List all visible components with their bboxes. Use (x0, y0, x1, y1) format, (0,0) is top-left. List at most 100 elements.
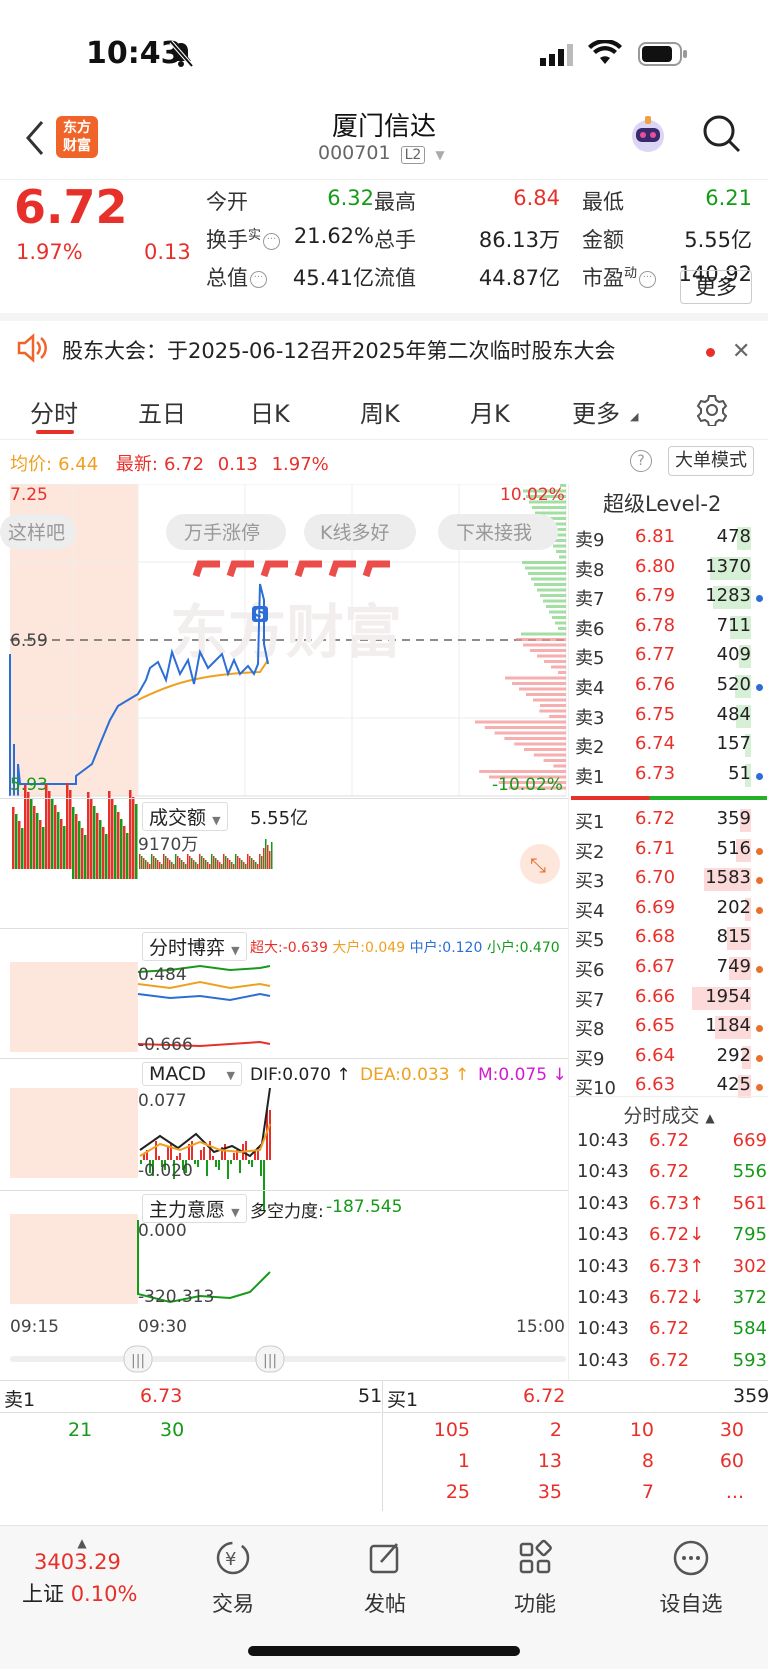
more-button[interactable]: 更多 (680, 270, 752, 304)
settings-gear-icon[interactable] (696, 394, 728, 430)
tab-monthly-k[interactable]: 月K (470, 394, 510, 429)
book-row[interactable]: 卖9 6.81 478 (575, 524, 765, 553)
game-top-value: 0.484 (138, 965, 187, 985)
level2-panel: 超级Level-2 卖9 6.81 478 卖8 6.80 1370 卖7 6.79 1283 卖… (568, 484, 768, 1380)
book-row[interactable]: 卖5 6.77 409 (575, 642, 765, 671)
stock-code-row[interactable]: 000701 L2 ▼ (318, 142, 445, 164)
book-label: 卖4 (575, 678, 605, 699)
book-row[interactable]: 卖3 6.75 484 (575, 702, 765, 731)
macd-bar (194, 1160, 196, 1164)
svg-text:¥: ¥ (225, 1549, 236, 1570)
volume-bar (243, 862, 245, 869)
help-icon[interactable]: ? (630, 450, 652, 472)
dropdown-icon: ▼ (435, 148, 445, 162)
book-row[interactable]: 买2 6.71 516 (575, 836, 765, 865)
depth-bar (553, 764, 566, 768)
tab-daily-k[interactable]: 日K (250, 394, 290, 429)
volume-selector[interactable]: 成交额 ▼ (142, 802, 228, 831)
ticks-title: 分时成交 (623, 1105, 700, 1127)
book-label: 买6 (575, 960, 605, 981)
queue-order: 8 (641, 1450, 654, 1472)
close-icon[interactable]: ✕ (732, 339, 750, 364)
book-label: 卖2 (575, 737, 605, 759)
will-selector[interactable]: 主力意愿 ▼ (142, 1194, 247, 1223)
volume-bar (163, 854, 165, 869)
nav-add-watch[interactable]: 设自选 (636, 1538, 746, 1618)
book-row[interactable]: 买1 6.72 359 (575, 806, 765, 835)
tick-price: 6.72 (649, 1161, 690, 1183)
notice-bar[interactable]: 股东大会：于2025-06-12召开2025年第二次临时股东大会 ✕ (0, 313, 768, 379)
volume-bar (233, 864, 235, 869)
avg-value: 6.44 (58, 454, 99, 475)
info-circle-icon[interactable]: ··· (639, 270, 657, 288)
depth-bar (540, 704, 566, 707)
tick-time: 10:43 (577, 1318, 629, 1340)
tab-intraday[interactable]: 分时 (30, 394, 78, 429)
tab-more[interactable]: 更多 (572, 394, 620, 429)
index-widget[interactable]: ▲ 3403.29 上证 0.10% (22, 1536, 162, 1608)
tab-weekly-k[interactable]: 周K (360, 394, 400, 429)
book-price: 6.75 (635, 703, 676, 725)
avg-label: 均价: (10, 454, 53, 475)
robot-avatar-icon[interactable] (626, 112, 670, 156)
order-dot (756, 1084, 763, 1092)
info-circle-icon[interactable]: ··· (263, 232, 281, 250)
depth-bar (540, 594, 566, 597)
volume-bar (215, 858, 217, 869)
volume-bar (231, 862, 233, 869)
book-price: 6.69 (635, 896, 676, 918)
book-row[interactable]: 卖4 6.76 520 (575, 672, 765, 701)
nav-post[interactable]: 发帖 (330, 1538, 440, 1618)
volume-bar (185, 864, 187, 869)
book-volume: 749 (716, 956, 751, 977)
will-label: 多空力度: (250, 1202, 324, 1222)
nav-functions[interactable]: 功能 (480, 1538, 590, 1618)
book-row[interactable]: 买6 6.67 749 (575, 954, 765, 983)
book-row[interactable]: 买4 6.69 202 (575, 895, 765, 924)
tick-time: 10:43 (577, 1224, 629, 1246)
queue-order: 1 (457, 1450, 470, 1472)
game-selector[interactable]: 分时博弈 ▼ (142, 932, 247, 961)
book-row[interactable]: 卖7 6.79 1283 (575, 583, 765, 612)
volume-bar (169, 860, 171, 869)
book-label: 买5 (575, 930, 605, 952)
queue-sell-head: 卖1 6.73 51 (0, 1381, 382, 1413)
level2-title[interactable]: 超级Level-2 (603, 488, 721, 518)
macd-bottom-value: -0.020 (138, 1161, 193, 1181)
big-order-mode-button[interactable]: 大单模式 (668, 446, 754, 476)
book-row[interactable]: 买8 6.65 1184 (575, 1013, 765, 1042)
book-row[interactable]: 卖8 6.80 1370 (575, 554, 765, 583)
book-volume: 409 (716, 644, 751, 666)
book-row[interactable]: 买9 6.64 292 (575, 1043, 765, 1072)
order-dot (756, 966, 763, 973)
info-circle-icon[interactable]: ··· (250, 270, 267, 288)
will-header: 主力意愿 ▼ 多空力度: -187.545 (0, 1190, 568, 1224)
tab-five-day[interactable]: 五日 (138, 394, 186, 429)
macd-selector[interactable]: MACD ▼ (142, 1062, 242, 1086)
game-selector-label: 分时博弈 (149, 937, 226, 959)
depth-bar (522, 561, 566, 564)
depth-bar (553, 544, 566, 548)
book-row[interactable]: 卖6 6.78 711 (575, 613, 765, 642)
volume-bar (151, 854, 153, 869)
book-row[interactable]: 买3 6.70 1583 (575, 865, 765, 894)
book-row[interactable]: 卖1 6.73 51 (575, 761, 765, 790)
tick-volume: 593 (732, 1349, 767, 1371)
book-row[interactable]: 买5 6.68 815 (575, 924, 765, 953)
level-badge: L2 (400, 146, 426, 164)
speaker-icon (16, 333, 48, 367)
nav-trade[interactable]: ¥ 交易 (178, 1538, 288, 1618)
depth-bar (549, 715, 566, 718)
volume-bar (229, 860, 231, 869)
depth-bar (543, 759, 566, 762)
macd-bar (215, 1160, 217, 1167)
change-pct: 1.97% (16, 240, 83, 264)
big-label: 大户: (332, 940, 366, 956)
book-row[interactable]: 卖2 6.74 157 (575, 731, 765, 760)
volume-bar (187, 854, 189, 869)
search-icon[interactable] (702, 114, 742, 158)
macd-bar (248, 1160, 250, 1164)
book-row[interactable]: 买7 6.66 1954 (575, 984, 765, 1013)
ticks-header[interactable]: 分时成交 ▲ (569, 1096, 768, 1128)
volume-bar (265, 839, 267, 869)
